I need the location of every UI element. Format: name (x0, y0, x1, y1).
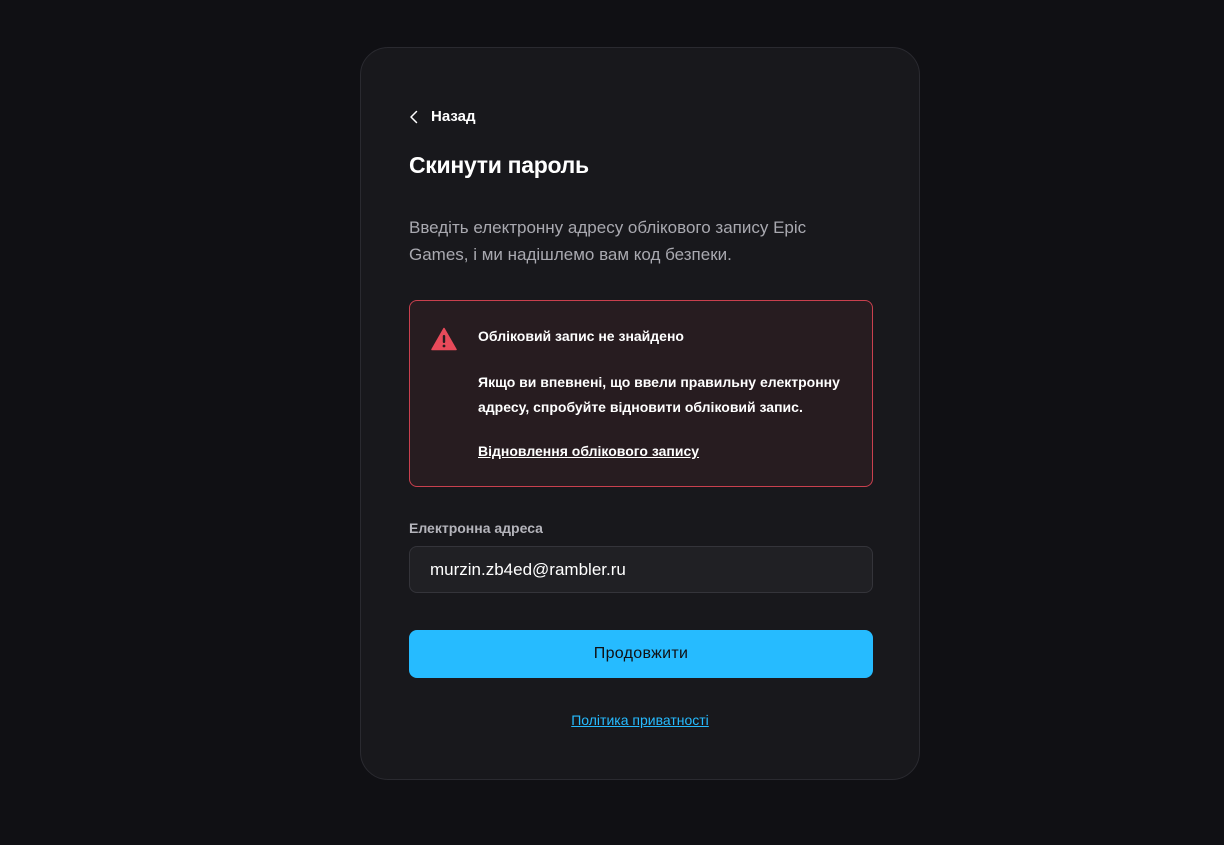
warning-triangle-icon (431, 327, 457, 356)
privacy-footer: Політика приватності (361, 712, 919, 730)
email-input[interactable] (409, 546, 873, 593)
email-label: Електронна адреса (409, 520, 543, 536)
account-recovery-link[interactable]: Відновлення облікового запису (478, 443, 699, 459)
back-button[interactable]: Назад (409, 108, 475, 125)
page-description: Введіть електронну адресу облікового зап… (409, 218, 807, 264)
alert-title: Обліковий запис не знайдено (478, 328, 684, 344)
chevron-left-icon (409, 110, 419, 124)
privacy-policy-link[interactable]: Політика приватності (571, 712, 709, 728)
reset-password-card: Назад Скинути пароль Введіть електронну … (360, 47, 920, 780)
alert-body: Якщо ви впевнені, що ввели правильну еле… (478, 374, 840, 415)
back-label: Назад (431, 108, 476, 125)
error-alert: Обліковий запис не знайдено Якщо ви впев… (409, 300, 873, 487)
continue-button[interactable]: Продовжити (409, 630, 873, 678)
page-title: Скинути пароль (409, 152, 589, 178)
